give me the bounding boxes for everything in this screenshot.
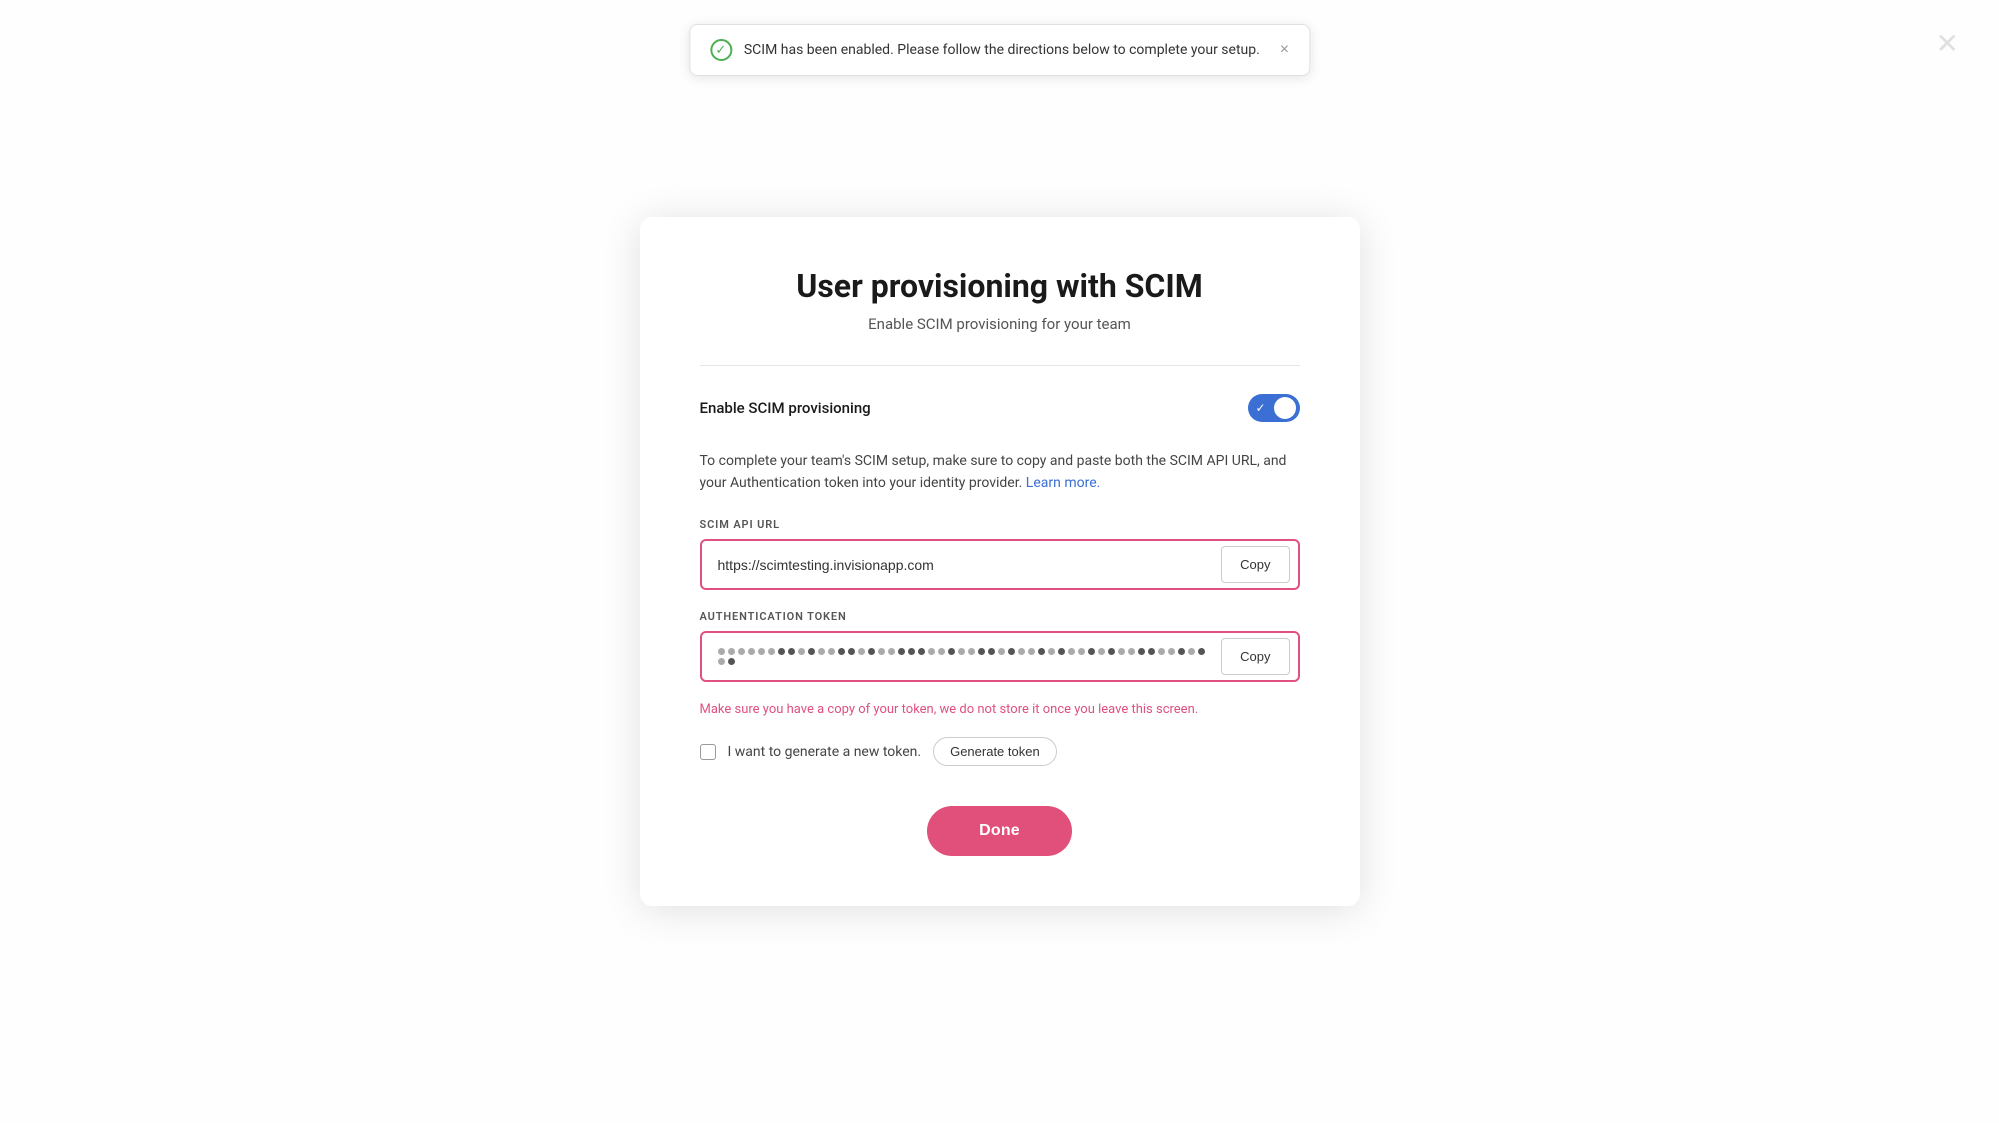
dot [1138, 648, 1145, 655]
scim-api-url-input[interactable] [702, 543, 1222, 587]
auth-token-copy-button[interactable]: Copy [1221, 638, 1289, 675]
description-text: To complete your team's SCIM setup, make… [700, 450, 1300, 495]
dot [768, 648, 775, 655]
dot [1108, 648, 1115, 655]
dot [868, 648, 875, 655]
modal: User provisioning with SCIM Enable SCIM … [640, 217, 1360, 907]
dot [1198, 648, 1205, 655]
dot [728, 648, 735, 655]
toggle-label: Enable SCIM provisioning [700, 399, 871, 417]
done-container: Done [700, 806, 1300, 856]
dot [1178, 648, 1185, 655]
scim-api-url-copy-button[interactable]: Copy [1221, 546, 1289, 583]
dot [818, 648, 825, 655]
toast-message: SCIM has been enabled. Please follow the… [744, 42, 1260, 58]
dot [748, 648, 755, 655]
dot [938, 648, 945, 655]
dot [738, 648, 745, 655]
dot [958, 648, 965, 655]
dot [838, 648, 845, 655]
dot [1168, 648, 1175, 655]
dot [998, 648, 1005, 655]
dot [1148, 648, 1155, 655]
dot [808, 648, 815, 655]
page-subtitle: Enable SCIM provisioning for your team [700, 315, 1300, 333]
dot [1088, 648, 1095, 655]
scim-api-url-label: SCIM API URL [700, 518, 1300, 531]
toast-close-button[interactable]: × [1280, 41, 1289, 59]
warning-text: Make sure you have a copy of your token,… [700, 702, 1300, 717]
new-token-row: I want to generate a new token. Generate… [700, 737, 1300, 766]
learn-more-link[interactable]: Learn more. [1026, 475, 1101, 491]
dot [1068, 648, 1075, 655]
dot [1058, 648, 1065, 655]
scim-api-url-input-row: Copy [700, 539, 1300, 590]
auth-token-label: Authentication token [700, 610, 1300, 623]
dot [1118, 648, 1125, 655]
dot [888, 648, 895, 655]
dot [1128, 648, 1135, 655]
dot [1008, 648, 1015, 655]
description-before-link: To complete your team's SCIM setup, make… [700, 453, 1287, 491]
dot [778, 648, 785, 655]
dot [978, 648, 985, 655]
divider [700, 365, 1300, 366]
dot [1028, 648, 1035, 655]
toast-notification: ✓ SCIM has been enabled. Please follow t… [689, 24, 1310, 76]
dot [1158, 648, 1165, 655]
auth-token-dots [702, 634, 1222, 679]
done-button[interactable]: Done [927, 806, 1072, 856]
toast-check-icon: ✓ [710, 39, 732, 61]
new-token-label: I want to generate a new token. [728, 744, 922, 760]
scim-toggle[interactable]: ✓ [1248, 394, 1300, 422]
page-title: User provisioning with SCIM [700, 267, 1300, 305]
dot [728, 658, 735, 665]
dot [828, 648, 835, 655]
toggle-slider: ✓ [1248, 394, 1300, 422]
generate-token-button[interactable]: Generate token [933, 737, 1057, 766]
dot [908, 648, 915, 655]
dot [878, 648, 885, 655]
dot [1188, 648, 1195, 655]
dot [758, 648, 765, 655]
dot [1098, 648, 1105, 655]
auth-token-input-row: Copy [700, 631, 1300, 682]
new-token-checkbox[interactable] [700, 744, 716, 760]
dot [1018, 648, 1025, 655]
page-title-area: User provisioning with SCIM Enable SCIM … [700, 267, 1300, 333]
dot [918, 648, 925, 655]
dot [988, 648, 995, 655]
dot [858, 648, 865, 655]
dot [1078, 648, 1085, 655]
dot [788, 648, 795, 655]
dot [948, 648, 955, 655]
toggle-row: Enable SCIM provisioning ✓ [700, 394, 1300, 422]
dot [898, 648, 905, 655]
dot [718, 658, 725, 665]
dot [928, 648, 935, 655]
dot [1038, 648, 1045, 655]
dot [718, 648, 725, 655]
modal-overlay: User provisioning with SCIM Enable SCIM … [0, 0, 1999, 1123]
auth-token-field: Authentication token [700, 610, 1300, 682]
toggle-check-icon: ✓ [1256, 401, 1266, 415]
dot [1048, 648, 1055, 655]
scim-api-url-field: SCIM API URL Copy [700, 518, 1300, 590]
dot [848, 648, 855, 655]
dot [968, 648, 975, 655]
dot [798, 648, 805, 655]
